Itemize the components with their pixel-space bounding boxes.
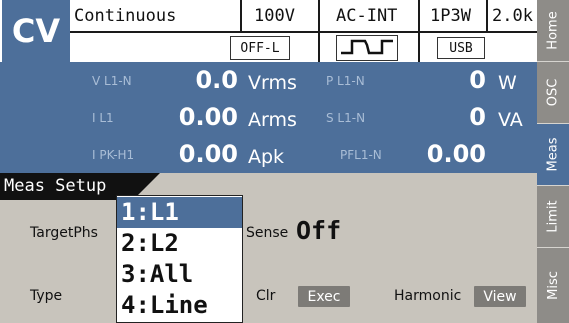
wiring-mode: 1P3W: [430, 6, 471, 26]
tab-misc[interactable]: Misc: [537, 248, 569, 323]
apparent-power-unit: VA: [498, 109, 523, 131]
power-factor-value: 0.00: [426, 140, 486, 168]
tab-osc[interactable]: OSC: [537, 62, 569, 124]
output-mode: Continuous: [74, 6, 177, 26]
power-factor-label: PFL1-N: [340, 148, 382, 162]
status-divider: [318, 0, 320, 62]
output-state-badge: OFF-L: [230, 36, 290, 60]
harmonic-label: Harmonic: [394, 288, 462, 304]
voltage-unit: Vrms: [248, 72, 297, 94]
current-label: I L1: [92, 111, 114, 125]
power-label: P L1-N: [326, 74, 365, 88]
dropdown-option-line[interactable]: 4:Line: [117, 290, 242, 321]
dropdown-option-l1[interactable]: 1:L1: [117, 197, 242, 228]
status-divider: [418, 0, 420, 62]
voltage-value: 0.0: [195, 66, 238, 94]
tab-meas[interactable]: Meas: [537, 124, 569, 186]
voltage-range: 100V: [254, 6, 295, 26]
setup-title: Meas Setup: [4, 176, 107, 196]
peak-current-label: I PK-H1: [92, 148, 135, 162]
target-phase-label: TargetPhs: [30, 225, 98, 241]
power-unit: W: [498, 72, 517, 94]
dropdown-option-all[interactable]: 3:All: [117, 259, 242, 290]
clear-label: Clr: [256, 288, 276, 304]
target-phase-dropdown[interactable]: 1:L1 2:L2 3:All 4:Line: [116, 195, 243, 323]
peak-current-value: 0.00: [178, 140, 238, 168]
side-tab-bar: Home OSC Meas Limit Misc: [537, 0, 569, 323]
tab-home[interactable]: Home: [537, 0, 569, 62]
mode-indicator: CV: [2, 0, 70, 62]
apparent-power-label: S L1-N: [326, 111, 366, 125]
sine-wave-icon: [336, 35, 398, 61]
sense-label: Sense: [246, 225, 289, 241]
voltage-label: V L1-N: [92, 74, 132, 88]
tab-limit[interactable]: Limit: [537, 186, 569, 248]
type-label: Type: [30, 288, 63, 304]
status-divider: [240, 0, 242, 31]
sense-value[interactable]: Off: [296, 216, 341, 245]
view-button[interactable]: View: [474, 286, 526, 307]
peak-current-unit: Apk: [248, 146, 285, 168]
power-value: 0: [469, 66, 486, 94]
apparent-power-value: 0: [469, 103, 486, 131]
current-unit: Arms: [248, 109, 297, 131]
signal-source: AC-INT: [336, 6, 398, 26]
exec-button[interactable]: Exec: [298, 286, 350, 307]
usb-interface-badge: USB: [437, 37, 485, 59]
status-divider: [486, 0, 488, 31]
current-value: 0.00: [178, 103, 238, 131]
dropdown-option-l2[interactable]: 2:L2: [117, 228, 242, 259]
frequency-range: 2.0k: [492, 6, 533, 26]
status-divider: [70, 31, 537, 33]
